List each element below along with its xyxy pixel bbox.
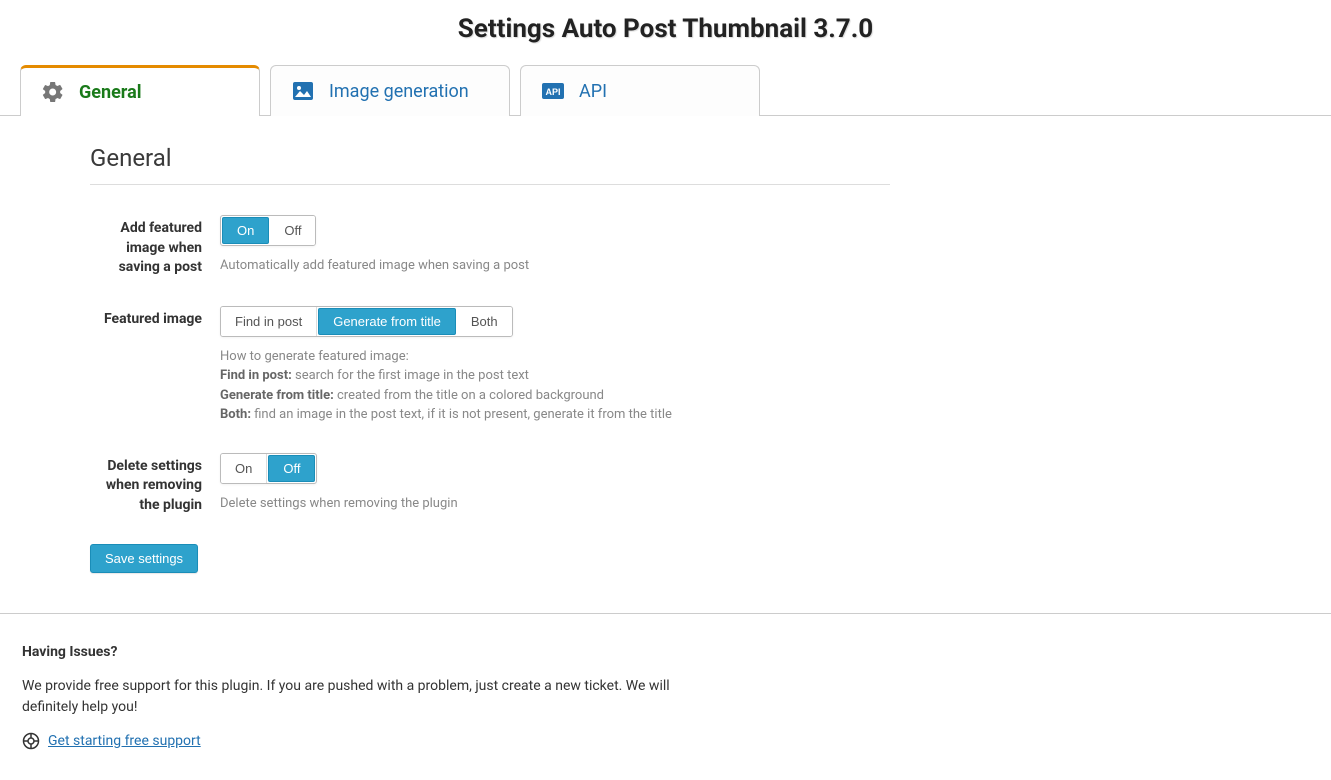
toggle-add-featured: On Off (220, 215, 316, 246)
help-text: How to generate featured image: Find in … (220, 347, 920, 425)
footer: Having Issues? We provide free support f… (0, 613, 1331, 780)
tab-label: API (579, 81, 607, 102)
section-heading: General (90, 144, 890, 185)
help-intro: How to generate featured image: (220, 349, 409, 364)
toggle-on-button[interactable]: On (221, 454, 267, 483)
footer-text: We provide free support for this plugin.… (22, 676, 702, 718)
toggle-off-button[interactable]: Off (270, 216, 315, 245)
gear-icon (41, 80, 65, 104)
support-icon (22, 732, 40, 750)
both-button[interactable]: Both (457, 307, 512, 336)
help-key: Both: (220, 407, 251, 422)
api-icon: API (541, 79, 565, 103)
help-val: find an image in the post text, if it is… (251, 407, 672, 422)
save-button[interactable]: Save settings (90, 544, 198, 573)
tab-label: General (79, 82, 142, 103)
setting-label: Add featured image when saving a post (90, 215, 220, 278)
help-text: Automatically add featured image when sa… (220, 256, 920, 276)
page-title: Settings Auto Post Thumbnail 3.7.0 (0, 0, 1331, 64)
help-key: Find in post: (220, 368, 292, 383)
toggle-featured-image: Find in post Generate from title Both (220, 306, 513, 337)
help-val: search for the first image in the post t… (292, 368, 529, 383)
footer-heading: Having Issues? (22, 644, 1309, 660)
image-icon (291, 79, 315, 103)
toggle-off-button[interactable]: Off (268, 455, 315, 482)
help-key: Generate from title: (220, 388, 334, 403)
tab-general[interactable]: General (20, 65, 260, 116)
svg-text:API: API (545, 87, 560, 97)
content-panel: General Add featured image when saving a… (0, 116, 1331, 613)
setting-label: Delete settings when removing the plugin (90, 453, 220, 516)
setting-label: Featured image (90, 306, 220, 330)
tab-image-generation[interactable]: Image generation (270, 65, 510, 116)
help-val: created from the title on a colored back… (334, 388, 604, 403)
help-text: Delete settings when removing the plugin (220, 494, 920, 514)
tab-label: Image generation (329, 81, 469, 102)
toggle-delete-settings: On Off (220, 453, 317, 484)
setting-featured-image: Featured image Find in post Generate fro… (90, 306, 1311, 425)
generate-from-title-button[interactable]: Generate from title (318, 308, 456, 335)
find-in-post-button[interactable]: Find in post (221, 307, 317, 336)
tabs-container: General Image generation API API (0, 64, 1331, 116)
setting-add-featured: Add featured image when saving a post On… (90, 215, 1311, 278)
support-link[interactable]: Get starting free support (48, 733, 201, 749)
tab-api[interactable]: API API (520, 65, 760, 116)
setting-delete-settings: Delete settings when removing the plugin… (90, 453, 1311, 516)
toggle-on-button[interactable]: On (222, 217, 269, 244)
